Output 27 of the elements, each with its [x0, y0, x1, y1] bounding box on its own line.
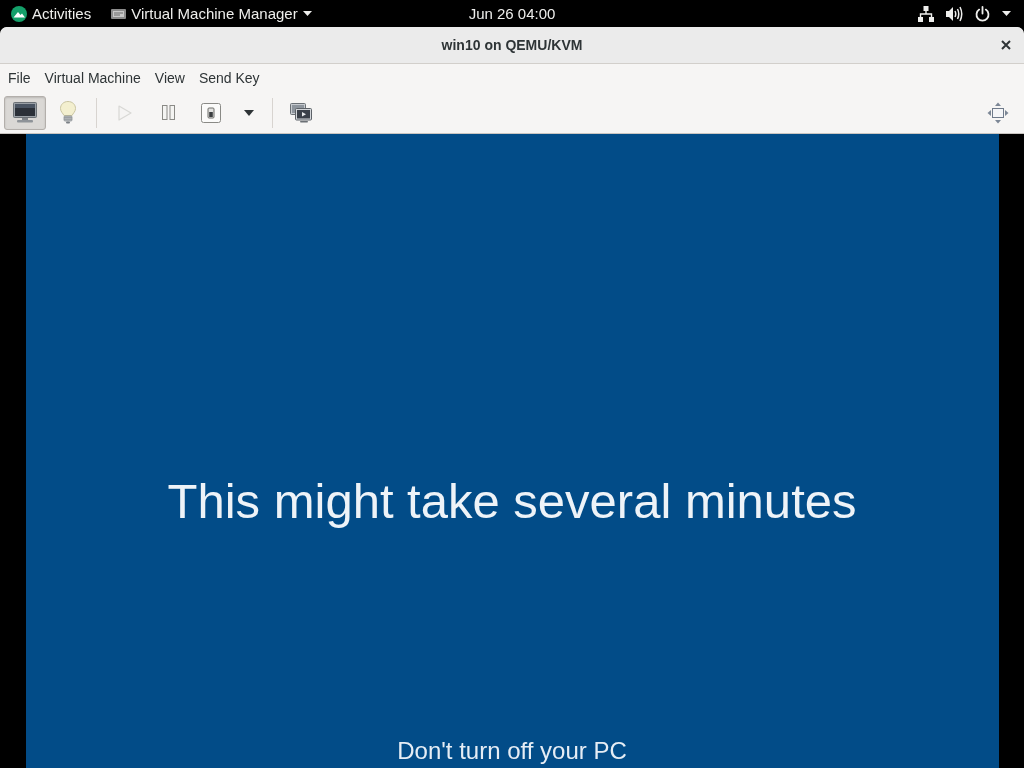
logo-icon	[11, 5, 27, 22]
menu-item[interactable]: Virtual Machine	[37, 65, 148, 91]
lightbulb-icon	[60, 101, 76, 124]
network-icon	[918, 5, 934, 22]
menu-item[interactable]: File	[1, 65, 38, 91]
activities-button[interactable]: Activities	[0, 1, 98, 26]
play-icon	[118, 104, 132, 121]
console-button[interactable]	[4, 95, 46, 130]
screens-icon	[290, 102, 312, 123]
clock-button[interactable]: Jun 26 04:00	[462, 1, 562, 26]
switch-icon	[201, 102, 221, 123]
window-title: win10 on QEMU/KVM	[441, 37, 583, 53]
pause-icon	[161, 105, 175, 120]
app-icon	[111, 8, 127, 19]
app-menu-button[interactable]: Virtual Machine Manager	[105, 1, 318, 26]
setup-message: This might take several minutes	[167, 473, 857, 530]
caret-icon	[302, 11, 312, 16]
caret-icon	[1002, 11, 1011, 16]
caret-icon	[244, 109, 254, 116]
power-icon	[975, 5, 990, 22]
menu-item[interactable]: View	[147, 65, 192, 91]
close-icon	[1001, 40, 1011, 50]
monitor-icon	[13, 102, 37, 123]
move-arrows-icon	[987, 101, 1009, 124]
volume-icon	[946, 5, 963, 22]
menu-item[interactable]: Send Key	[191, 65, 267, 91]
setup-footer-message: Don't turn off your PC	[397, 737, 627, 766]
